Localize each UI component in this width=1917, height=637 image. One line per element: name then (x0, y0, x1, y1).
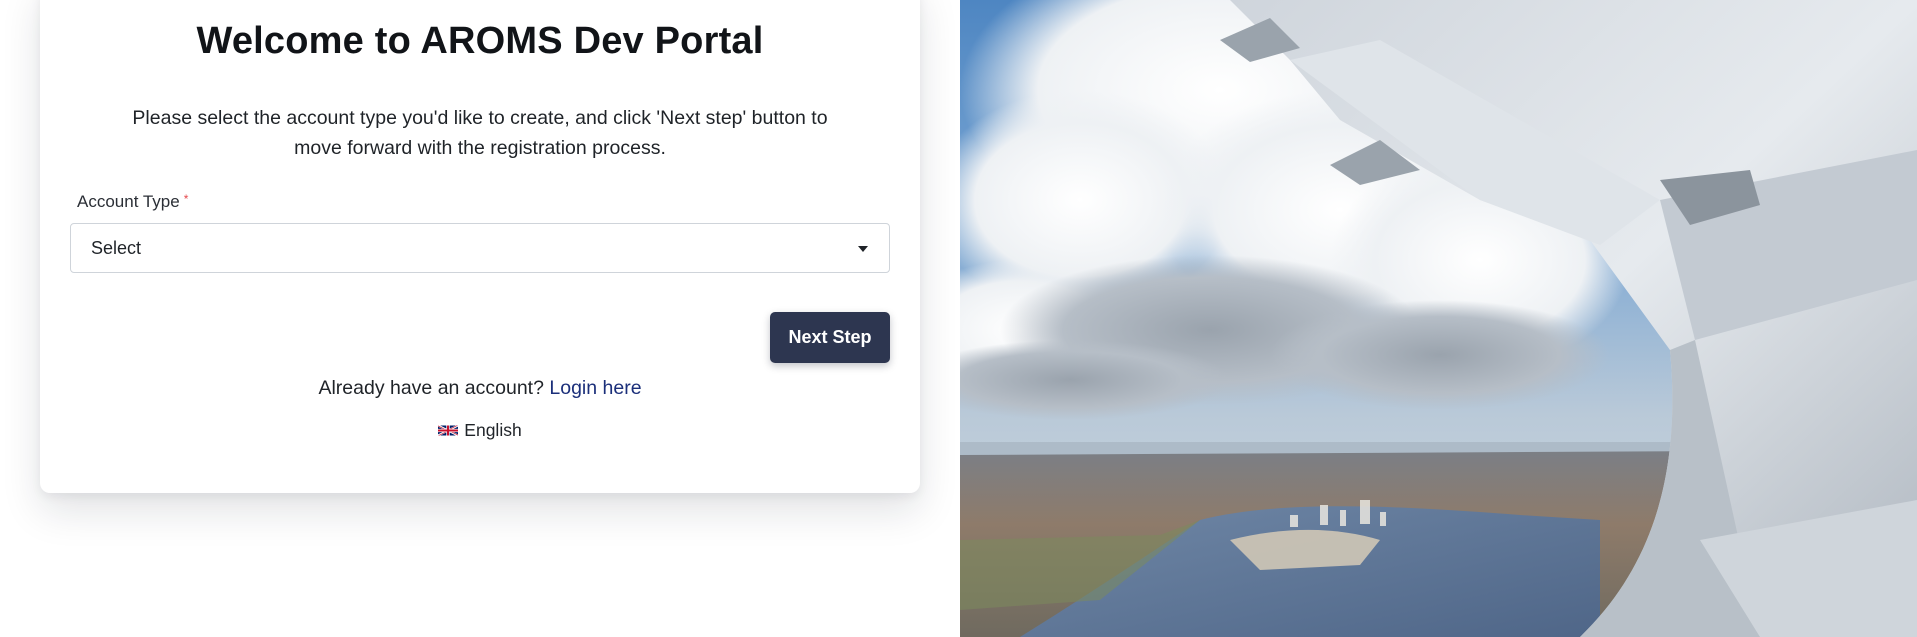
hero-image (960, 0, 1917, 637)
airplane-window-photo (960, 0, 1917, 637)
account-type-select[interactable]: Select (70, 223, 890, 273)
login-row: Already have an account? Login here (40, 377, 920, 400)
caret-down-icon (858, 246, 868, 252)
page-title: Welcome to AROMS Dev Portal (196, 20, 764, 62)
uk-flag-icon (438, 425, 459, 436)
login-link[interactable]: Login here (549, 377, 641, 399)
language-label: English (464, 420, 522, 440)
login-prompt: Already have an account? (318, 377, 544, 399)
account-type-selected-value: Select (91, 238, 142, 258)
account-type-label: Account Type * (77, 192, 188, 212)
account-type-label-text: Account Type (77, 192, 180, 211)
registration-card: Welcome to AROMS Dev Portal Please selec… (40, 0, 920, 493)
required-marker: * (183, 192, 189, 206)
intro-text: Please select the account type you'd lik… (132, 107, 828, 159)
registration-page: Welcome to AROMS Dev Portal Please selec… (0, 0, 1917, 637)
language-selector[interactable]: English (40, 420, 920, 441)
next-step-button[interactable]: Next Step (770, 312, 890, 363)
left-pane: Welcome to AROMS Dev Portal Please selec… (0, 0, 960, 637)
